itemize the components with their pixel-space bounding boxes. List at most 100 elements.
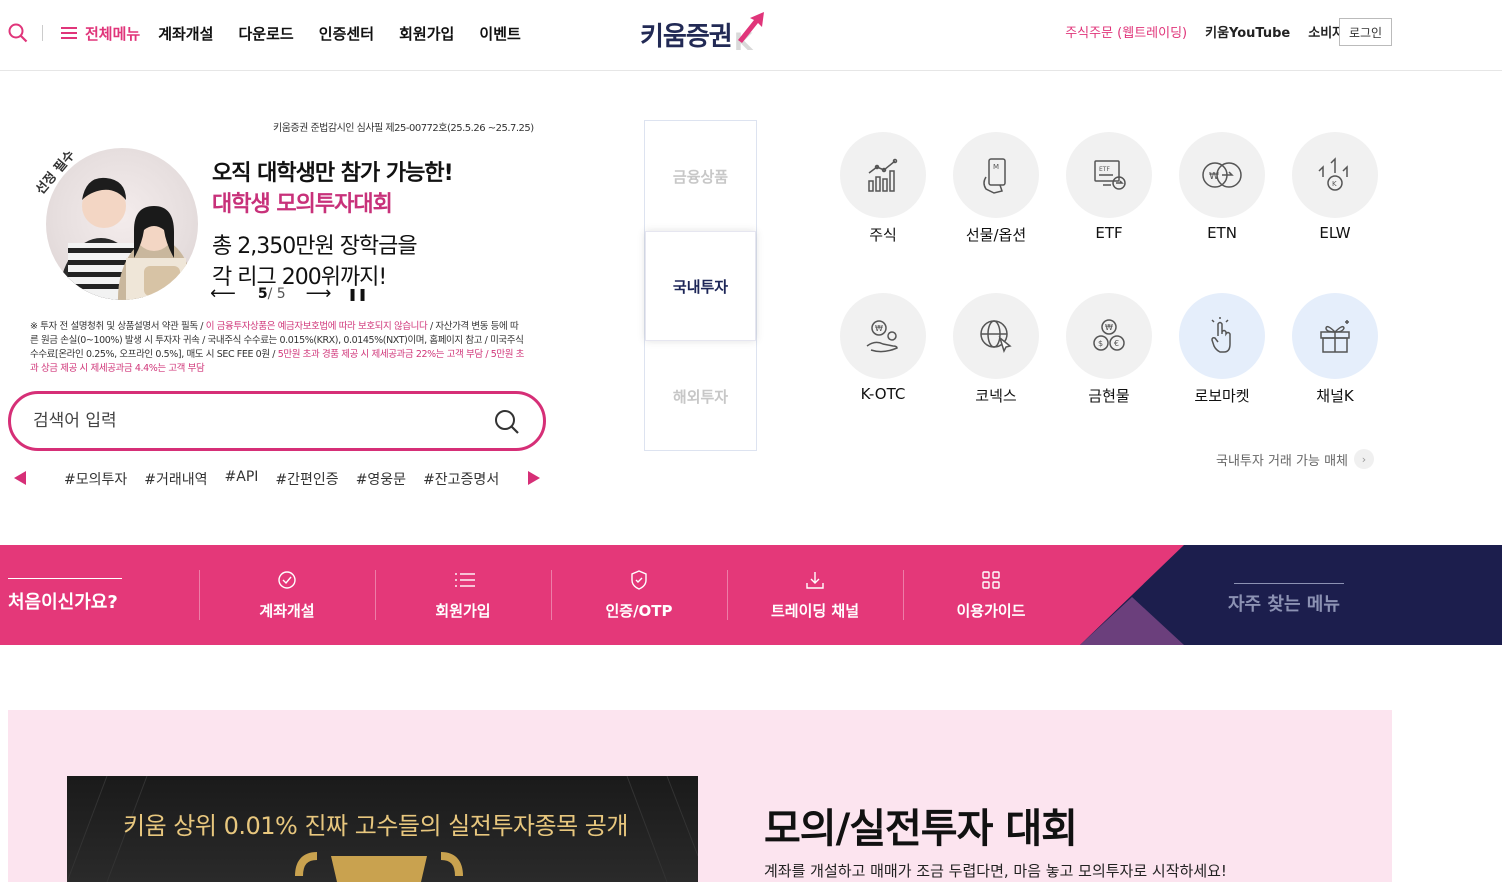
page-total: / 5	[267, 285, 286, 302]
svg-text:₩: ₩	[875, 324, 883, 333]
quick-cert-otp[interactable]: 인증/OTP	[551, 570, 727, 620]
product-category-tabs: 금융상품 국내투자 해외투자	[644, 120, 757, 451]
next-arrow-icon[interactable]: ⟶	[306, 283, 332, 304]
pause-icon[interactable]: ❚❚	[347, 287, 367, 301]
trade-media-link[interactable]: 국내투자 거래 가능 매체 ›	[1216, 449, 1374, 469]
banner-title[interactable]: 대학생 모의투자대회	[212, 186, 393, 218]
coins-icon: ₩ $ €	[1066, 293, 1152, 379]
gift-icon	[1292, 293, 1378, 379]
banner-headline[interactable]: 오직 대학생만 참가 가능한!	[212, 155, 454, 187]
tags-prev-icon[interactable]	[14, 471, 26, 485]
quick-user-guide[interactable]: 이용가이드	[903, 570, 1079, 620]
list-icon	[455, 573, 475, 587]
quick-label: 트레이딩 채널	[770, 602, 860, 620]
divider	[42, 25, 43, 41]
hashtag[interactable]: #잔고증명서	[423, 469, 499, 489]
svg-text:$: $	[1098, 339, 1103, 348]
tags-next-icon[interactable]	[528, 471, 540, 485]
product-robo-market[interactable]: 로보마켓	[1177, 293, 1267, 406]
web-trading-link[interactable]: 주식주문 (웹트레이딩)	[1065, 22, 1187, 41]
quick-label: 계좌개설	[259, 602, 315, 620]
product-etf[interactable]: ETF ETF	[1064, 132, 1154, 242]
logo-text: 키움증권	[640, 22, 733, 52]
trade-media-label: 국내투자 거래 가능 매체	[1216, 453, 1348, 469]
svg-text:K: K	[1332, 180, 1337, 188]
nav-signup[interactable]: 회원가입	[399, 25, 454, 43]
hashtag-carousel: #모의투자 #거래내역 #API #간편인증 #영웅문 #잔고증명서	[12, 469, 542, 491]
students-photo[interactable]	[46, 148, 198, 300]
svg-text:ETF: ETF	[1099, 166, 1110, 173]
globe-cursor-icon	[953, 293, 1039, 379]
hashtag[interactable]: #거래내역	[144, 469, 207, 489]
product-elw[interactable]: K ELW	[1290, 132, 1380, 242]
contest-banner[interactable]: 키움 상위 0.01% 진짜 고수들의 실전투자종목 공개	[67, 776, 698, 882]
chart-icon	[840, 132, 926, 218]
page-current: 5	[257, 285, 268, 302]
hashtag[interactable]: #모의투자	[64, 469, 127, 489]
search-input[interactable]	[33, 408, 473, 434]
svg-text:₩: ₩	[1209, 171, 1219, 182]
all-menu-label: 전체메뉴	[85, 24, 141, 43]
product-label: 주식	[869, 226, 897, 244]
banner-pager: ⟵ 5 / 5 ⟶ ❚❚	[210, 283, 368, 304]
search-icon[interactable]	[493, 408, 521, 436]
section-subtitle: 계좌를 개설하고 매매가 조금 두렵다면, 마음 놓고 모의투자로 시작하세요!	[764, 862, 1227, 880]
quick-signup[interactable]: 회원가입	[375, 570, 551, 620]
band-title: 처음이신가요?	[8, 592, 118, 613]
all-menu-button[interactable]: 전체메뉴	[61, 23, 140, 44]
frequent-menu-label[interactable]: 자주 찾는 메뉴	[1228, 590, 1340, 616]
tab-overseas-investment[interactable]: 해외투자	[645, 341, 756, 451]
section-title: 모의/실전투자 대회	[764, 806, 1078, 852]
quick-account-open[interactable]: 계좌개설	[199, 570, 375, 620]
disclaimer-part: ※ 투자 전 설명청취 및 상품설명서 약관 필독 /	[30, 321, 206, 332]
nav-download[interactable]: 다운로드	[239, 25, 294, 43]
product-label: 금현물	[1088, 387, 1130, 405]
svg-text:₩: ₩	[1105, 323, 1113, 332]
product-label: ETF	[1095, 224, 1123, 242]
disclaimer-highlight: 이 금융투자상품은 예금자보호법에 따라 보호되지 않습니다	[205, 321, 428, 332]
product-stock[interactable]: 주식	[838, 132, 928, 245]
svg-text:€: €	[1114, 339, 1119, 348]
quick-trading-channel[interactable]: 트레이딩 채널	[727, 570, 903, 620]
login-button[interactable]: 로그인	[1339, 18, 1392, 46]
contest-banner-text: 키움 상위 0.01% 진짜 고수들의 실전투자종목 공개	[123, 812, 628, 840]
header-left-nav: 전체메뉴 계좌개설 다운로드 인증센터 회원가입 이벤트	[8, 18, 541, 48]
students-illustration	[59, 177, 194, 300]
product-gold[interactable]: ₩ $ € 금현물	[1064, 293, 1154, 406]
hashtag[interactable]: #간편인증	[275, 469, 338, 489]
youtube-link[interactable]: 키움YouTube	[1205, 22, 1290, 41]
quick-label: 인증/OTP	[605, 602, 673, 620]
nav-cert-center[interactable]: 인증센터	[319, 25, 374, 43]
kiwoom-logo[interactable]: 키움증권 K	[640, 12, 770, 52]
won-exchange-icon: ₩	[1179, 132, 1265, 218]
hashtag[interactable]: #영웅문	[356, 469, 406, 489]
logo-arrow-icon: K	[734, 12, 764, 52]
banner-line-3: 총 2,350만원 장학금을	[212, 234, 418, 259]
coin-arrows-icon: K	[1292, 132, 1378, 218]
investment-disclaimer: ※ 투자 전 설명청취 및 상품설명서 약관 필독 / 이 금융투자상품은 예금…	[30, 320, 525, 376]
product-label: ETN	[1207, 224, 1237, 242]
hashtag[interactable]: #API	[225, 469, 259, 489]
tab-financial-products[interactable]: 금융상품	[645, 121, 756, 231]
band-underline	[8, 578, 122, 579]
compliance-notice: 키움증권 준법감시인 심사필 제25-00772호(25.5.26 ~25.7.…	[273, 123, 534, 134]
nav-event[interactable]: 이벤트	[479, 25, 520, 43]
product-k-otc[interactable]: ₩ K-OTC	[838, 293, 928, 403]
product-futures-options[interactable]: M 선물/옵션	[951, 132, 1041, 245]
top-nav: 계좌개설 다운로드 인증센터 회원가입 이벤트	[158, 23, 541, 44]
nav-account-open[interactable]: 계좌개설	[158, 25, 213, 43]
hand-coin-icon: ₩	[840, 293, 926, 379]
touch-icon	[1179, 293, 1265, 379]
prev-arrow-icon[interactable]: ⟵	[210, 283, 236, 304]
freq-underline	[1234, 583, 1344, 584]
grid-icon	[982, 571, 1000, 589]
product-label: K-OTC	[860, 385, 906, 403]
quick-label: 이용가이드	[956, 602, 1026, 620]
tab-domestic-investment[interactable]: 국내투자	[645, 231, 756, 341]
product-label: 코넥스	[975, 387, 1017, 405]
product-etn[interactable]: ₩ ETN	[1177, 132, 1267, 242]
etf-monitor-icon: ETF	[1066, 132, 1152, 218]
product-konex[interactable]: 코넥스	[951, 293, 1041, 406]
search-icon[interactable]	[8, 23, 28, 43]
product-channel-k[interactable]: 채널K	[1290, 293, 1380, 406]
